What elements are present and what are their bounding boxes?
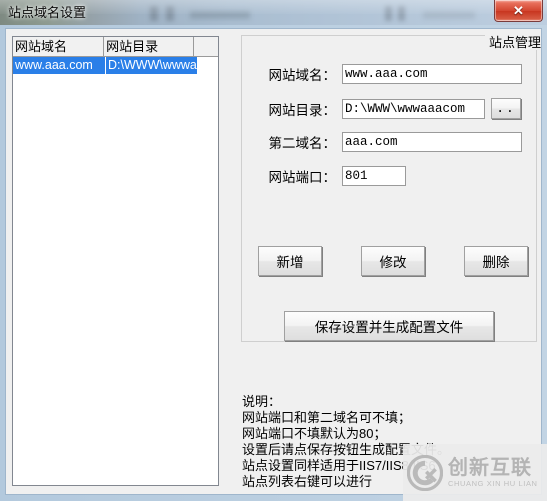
label-port: 网站端口：	[268, 170, 337, 185]
list-header: 网站域名 网站目录	[13, 37, 218, 57]
watermark: 创新互联 CHUANG XIN HU LIAN	[403, 444, 547, 501]
client-area: 网站域名 网站目录 www.aaa.com D:\WWW\wwwa 站点管理 网…	[5, 28, 542, 495]
group-site-management: 站点管理 网站域名： www.aaa.com 网站目录： D:\WWW\wwwa…	[241, 35, 541, 342]
watermark-en: CHUANG XIN HU LIAN	[448, 478, 538, 488]
group-legend: 站点管理	[485, 35, 541, 50]
note-line: 网站端口不填默认为80；	[242, 426, 387, 441]
field-row-second-domain: 第二域名： aaa.com	[242, 132, 522, 152]
close-icon: ✕	[513, 3, 524, 18]
label-directory: 网站目录：	[268, 102, 337, 118]
background-ghost-artifact	[166, 6, 174, 21]
background-ghost-artifact	[423, 11, 475, 19]
column-header-domain[interactable]: 网站域名	[13, 37, 105, 56]
background-ghost-artifact	[385, 6, 392, 21]
save-config-button[interactable]: 保存设置并生成配置文件	[284, 311, 494, 341]
note-line: 网站端口和第二域名可不填；	[242, 410, 412, 425]
modify-button[interactable]: 修改	[361, 246, 425, 276]
list-rows: www.aaa.com D:\WWW\wwwa	[13, 57, 218, 485]
window-title: 站点域名设置	[8, 5, 87, 20]
second-domain-input[interactable]: aaa.com	[342, 132, 522, 152]
watermark-logo-icon	[407, 454, 443, 491]
port-input[interactable]: 801	[342, 166, 406, 186]
cell-directory: D:\WWW\wwwa	[106, 57, 197, 74]
background-ghost-artifact	[398, 6, 405, 21]
watermark-text: 创新互联 CHUANG XIN HU LIAN	[448, 457, 538, 489]
delete-button[interactable]: 删除	[464, 246, 528, 276]
field-row-port: 网站端口： 801	[242, 166, 406, 186]
window-border: 网站域名 网站目录 www.aaa.com D:\WWW\wwwa 站点管理 网…	[0, 25, 547, 501]
site-list[interactable]: 网站域名 网站目录 www.aaa.com D:\WWW\wwwa	[12, 36, 219, 486]
title-bar[interactable]: 站点域名设置 ✕	[0, 0, 547, 28]
application-window: 站点域名设置 ✕ 网站域名 网站目录 www.aaa.com D:\WWW\ww…	[0, 0, 547, 501]
note-line: 说明：	[242, 394, 282, 409]
close-button[interactable]: ✕	[494, 0, 543, 22]
cell-domain: www.aaa.com	[13, 57, 105, 74]
table-row[interactable]: www.aaa.com D:\WWW\wwwa	[13, 57, 218, 74]
watermark-cn: 创新互联	[448, 456, 532, 479]
column-header-directory[interactable]: 网站目录	[104, 37, 195, 56]
field-row-domain: 网站域名： www.aaa.com	[242, 64, 522, 84]
add-button[interactable]: 新增	[258, 246, 322, 276]
field-row-directory: 网站目录： D:\WWW\wwwaaacom ..	[242, 98, 521, 119]
label-second-domain: 第二域名：	[268, 136, 337, 151]
background-ghost-artifact	[150, 6, 158, 21]
browse-button[interactable]: ..	[491, 98, 521, 119]
domain-input[interactable]: www.aaa.com	[342, 64, 522, 84]
action-button-group: 新增 修改 删除	[258, 246, 528, 276]
directory-input[interactable]: D:\WWW\wwwaaacom	[342, 98, 485, 119]
background-ghost-artifact	[190, 11, 250, 19]
column-header-extra[interactable]	[194, 37, 218, 56]
label-domain: 网站域名：	[268, 68, 337, 83]
